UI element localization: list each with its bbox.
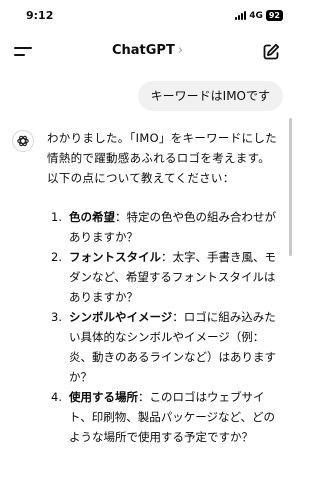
status-indicators: 4G 92 [235,10,283,21]
list-number: 2. [51,250,62,264]
question-list: 1. 色の希望：特定の色や色の組み合わせがありますか？ 2. フォントスタイル：太字… [47,207,279,447]
status-time: 9:12 [26,9,54,22]
compose-icon[interactable] [261,42,281,62]
signal-icon [235,11,247,20]
battery-icon: 92 [265,10,283,21]
list-item-title: シンボルやイメージ [69,310,173,324]
list-item-title: フォントスタイル [69,250,161,264]
user-message: キーワードはIMOです [137,81,283,111]
list-number: 3. [51,310,62,324]
network-type: 4G [249,10,263,21]
list-item-title: 色の希望 [69,210,115,224]
nav-bar: ChatGPT › [0,34,295,70]
assistant-message-body: わかりました。「IMO」をキーワードにした情熱的で躍動感あふれるロゴを考えます。… [47,128,279,447]
list-item: 3. シンボルやイメージ：ロゴに組み込みたい具体的なシンボルやイメージ（例：炎、動… [47,307,279,387]
list-item: 1. 色の希望：特定の色や色の組み合わせがありますか？ [47,207,279,247]
page-title: ChatGPT [111,43,175,58]
scrollbar[interactable] [289,118,292,256]
model-selector[interactable]: ChatGPT › [0,43,295,58]
openai-logo-icon [12,130,34,152]
status-bar: 9:12 4G 92 [0,0,295,30]
list-item-title: 使用する場所 [69,390,138,404]
chevron-right-icon: › [177,43,184,58]
list-number: 4. [51,390,62,404]
assistant-intro: わかりました。「IMO」をキーワードにした情熱的で躍動感あふれるロゴを考えます。… [47,131,277,185]
list-item: 2. フォントスタイル：太字、手書き風、モダンなど、希望するフォントスタイルはあり… [47,247,279,307]
list-item: 4. 使用する場所：このロゴはウェブサイト、印刷物、製品パッケージなど、どのような… [47,387,279,447]
list-number: 1. [51,210,62,224]
